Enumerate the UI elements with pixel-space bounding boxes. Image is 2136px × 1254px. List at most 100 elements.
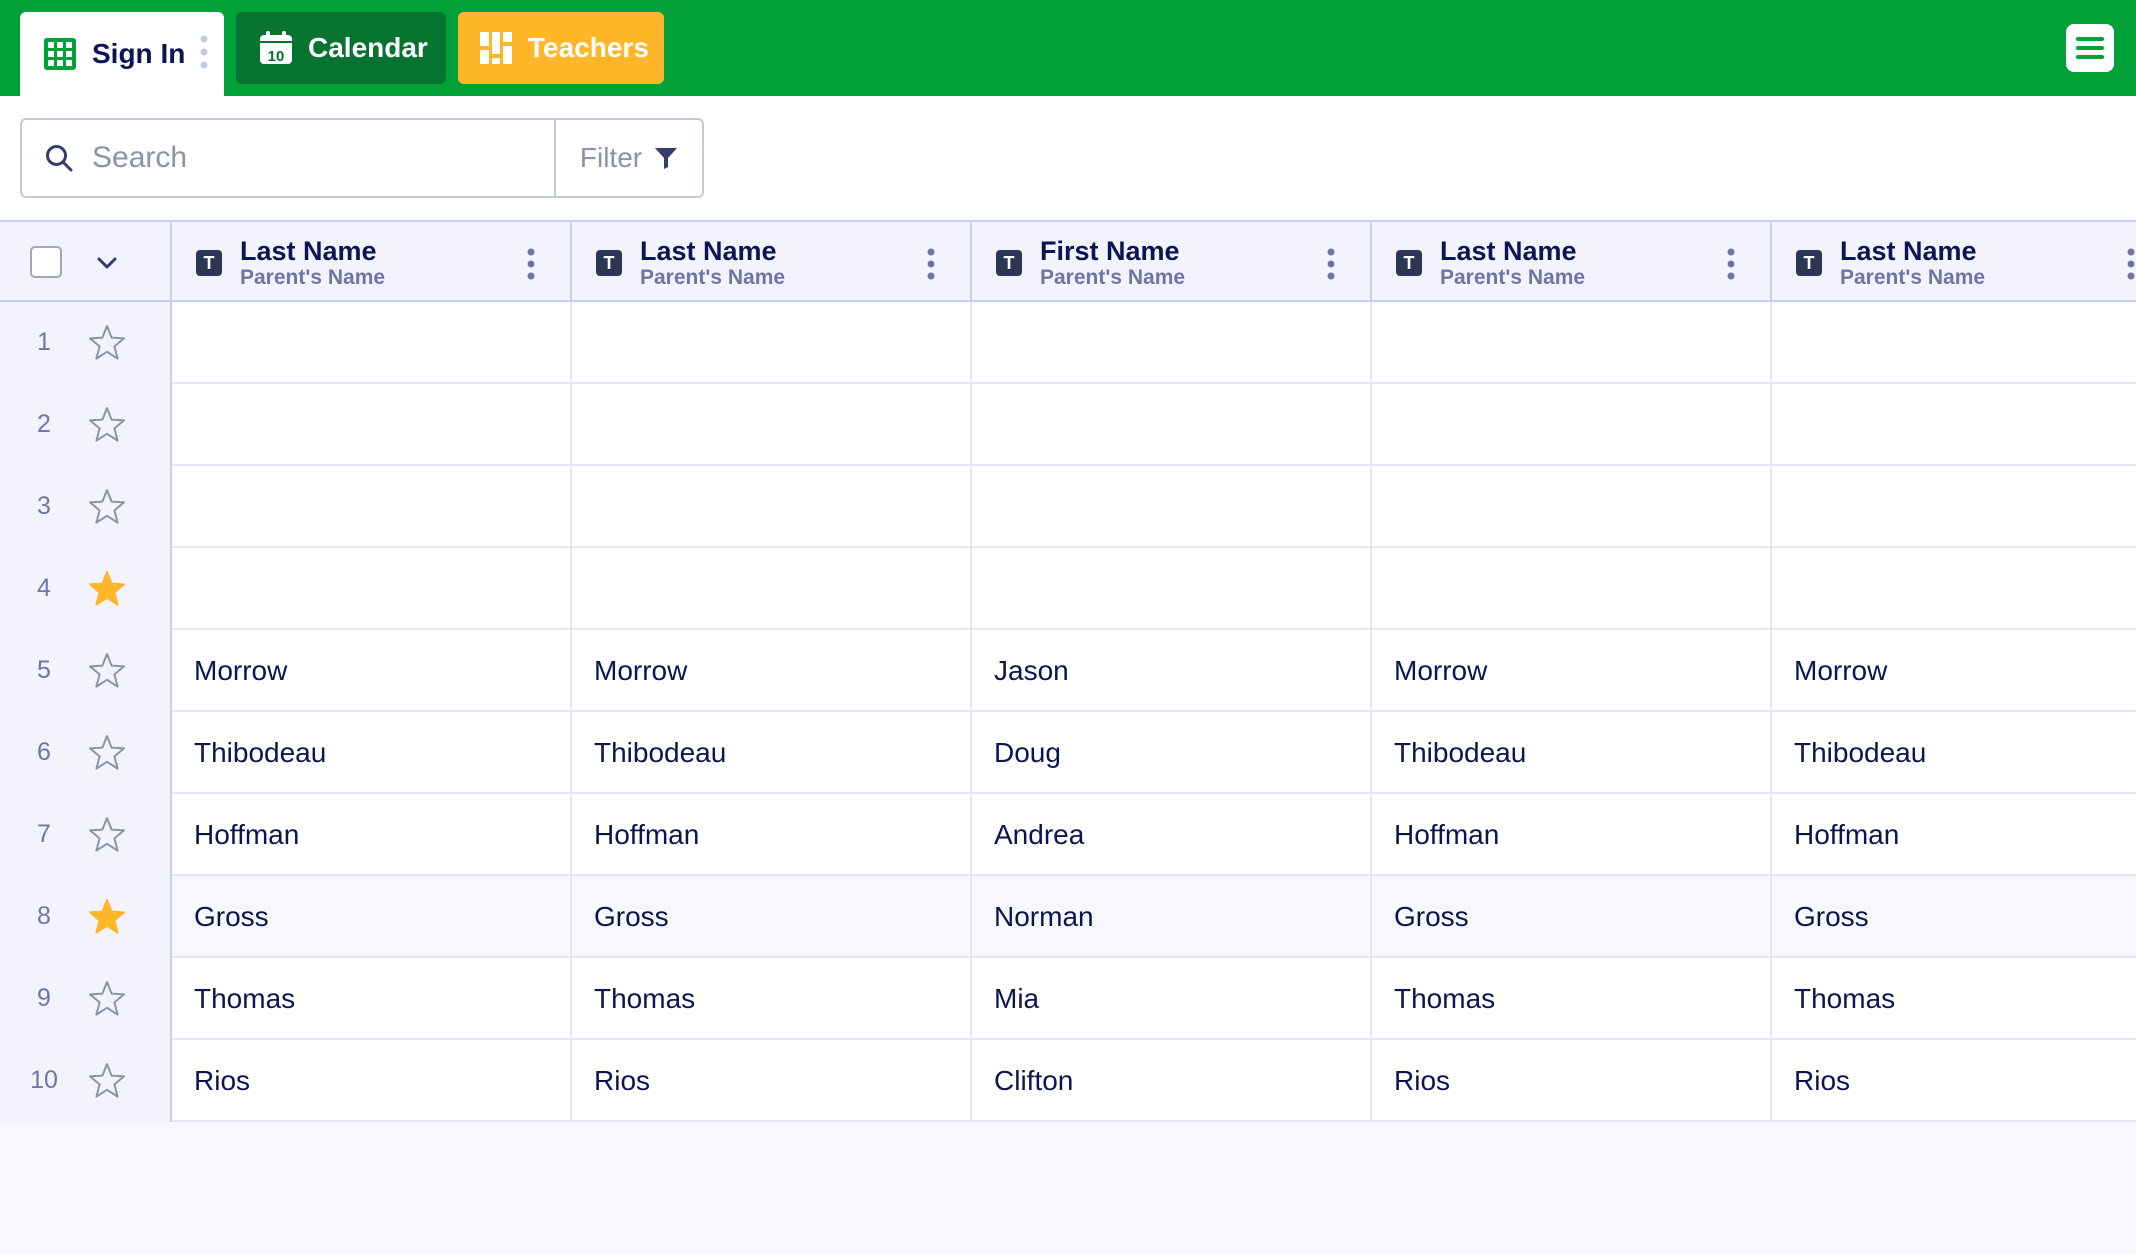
table-cell[interactable]: Thomas bbox=[1772, 958, 2136, 1040]
table-cell[interactable]: Morrow bbox=[572, 630, 972, 712]
table-cell[interactable]: Hoffman bbox=[172, 794, 572, 876]
table-cell[interactable] bbox=[572, 302, 972, 384]
table-cell[interactable] bbox=[1372, 302, 1772, 384]
table-cell[interactable] bbox=[972, 302, 1372, 384]
table-cell[interactable]: Hoffman bbox=[572, 794, 972, 876]
tab-calendar[interactable]: 10 Calendar bbox=[236, 12, 446, 84]
chevron-down-icon[interactable] bbox=[96, 252, 118, 274]
menu-button[interactable] bbox=[2066, 24, 2114, 72]
column-options-icon[interactable] bbox=[2126, 248, 2136, 280]
table-cell[interactable]: Thomas bbox=[572, 958, 972, 1040]
table-cell[interactable]: Morrow bbox=[1372, 630, 1772, 712]
table-row[interactable]: 4 bbox=[0, 548, 2136, 630]
search-bar: Filter bbox=[20, 118, 704, 198]
star-outline-icon[interactable] bbox=[88, 406, 126, 444]
table-row[interactable]: 1 bbox=[0, 302, 2136, 384]
table-cell[interactable]: Hoffman bbox=[1772, 794, 2136, 876]
table-row[interactable]: 3 bbox=[0, 466, 2136, 548]
column-options-icon[interactable] bbox=[1726, 248, 1736, 280]
table-cell[interactable]: Jason bbox=[972, 630, 1372, 712]
table-cell[interactable] bbox=[572, 548, 972, 630]
table-cell[interactable]: Rios bbox=[172, 1040, 572, 1122]
column-header[interactable]: T Last Name Parent's Name bbox=[572, 222, 972, 302]
table-cell[interactable] bbox=[172, 302, 572, 384]
table-cell[interactable]: Hoffman bbox=[1372, 794, 1772, 876]
table-cell[interactable] bbox=[972, 548, 1372, 630]
table-cell[interactable] bbox=[1372, 548, 1772, 630]
table-cell[interactable]: Thomas bbox=[1372, 958, 1772, 1040]
star-outline-icon[interactable] bbox=[88, 1062, 126, 1100]
text-type-icon: T bbox=[196, 250, 222, 276]
table-cell[interactable] bbox=[972, 466, 1372, 548]
tab-teachers[interactable]: Teachers bbox=[458, 12, 664, 84]
row-controls: 6 bbox=[0, 712, 172, 794]
table-row[interactable]: 6 Thibodeau Thibodeau Doug Thibodeau Thibodea… bbox=[0, 712, 2136, 794]
table-cell[interactable] bbox=[1772, 466, 2136, 548]
table-cell[interactable]: Gross bbox=[1772, 876, 2136, 958]
table-cell[interactable]: Gross bbox=[172, 876, 572, 958]
data-table: T Last Name Parent's Name T Last Name Pa… bbox=[0, 220, 2136, 1254]
star-outline-icon[interactable] bbox=[88, 816, 126, 854]
column-header[interactable]: T First Name Parent's Name bbox=[972, 222, 1372, 302]
text-type-icon: T bbox=[1796, 250, 1822, 276]
column-header[interactable]: T Last Name Parent's Name bbox=[1372, 222, 1772, 302]
table-row[interactable]: 9 Thomas Thomas Mia Thomas Thomas bbox=[0, 958, 2136, 1040]
table-cell[interactable]: Gross bbox=[572, 876, 972, 958]
table-cell[interactable] bbox=[572, 466, 972, 548]
star-outline-icon[interactable] bbox=[88, 980, 126, 1018]
column-header[interactable]: T Last Name Parent's Name bbox=[172, 222, 572, 302]
table-cell[interactable]: Morrow bbox=[1772, 630, 2136, 712]
table-cell[interactable]: Norman bbox=[972, 876, 1372, 958]
table-cell[interactable]: Rios bbox=[1372, 1040, 1772, 1122]
star-outline-icon[interactable] bbox=[88, 734, 126, 772]
star-outline-icon[interactable] bbox=[88, 652, 126, 690]
tab-sign-in[interactable]: Sign In bbox=[20, 12, 224, 96]
table-cell[interactable] bbox=[1772, 302, 2136, 384]
column-options-icon[interactable] bbox=[526, 248, 536, 280]
search-input[interactable] bbox=[92, 141, 542, 175]
table-cell[interactable] bbox=[1372, 384, 1772, 466]
filter-button[interactable]: Filter bbox=[556, 120, 702, 196]
table-cell[interactable] bbox=[1772, 384, 2136, 466]
star-outline-icon[interactable] bbox=[88, 488, 126, 526]
table-cell[interactable]: Thibodeau bbox=[1372, 712, 1772, 794]
table-cell[interactable]: Mia bbox=[972, 958, 1372, 1040]
table-cell[interactable]: Thibodeau bbox=[172, 712, 572, 794]
table-cell[interactable]: Thibodeau bbox=[1772, 712, 2136, 794]
table-header: T Last Name Parent's Name T Last Name Pa… bbox=[0, 222, 2136, 302]
table-cell[interactable]: Thomas bbox=[172, 958, 572, 1040]
star-filled-icon[interactable] bbox=[88, 570, 126, 608]
star-outline-icon[interactable] bbox=[88, 324, 126, 362]
star-filled-icon[interactable] bbox=[88, 898, 126, 936]
column-header[interactable]: T Last Name Parent's Name bbox=[1772, 222, 2136, 302]
search-field bbox=[22, 120, 556, 196]
table-cell[interactable]: Morrow bbox=[172, 630, 572, 712]
table-row[interactable]: 8 Gross Gross Norman Gross Gross bbox=[0, 876, 2136, 958]
table-cell[interactable]: Rios bbox=[1772, 1040, 2136, 1122]
column-options-icon[interactable] bbox=[1326, 248, 1336, 280]
table-cell[interactable] bbox=[1372, 466, 1772, 548]
cards-icon bbox=[480, 32, 512, 64]
select-all-checkbox[interactable] bbox=[30, 246, 62, 278]
table-cell[interactable]: Thibodeau bbox=[572, 712, 972, 794]
table-cell[interactable]: Gross bbox=[1372, 876, 1772, 958]
table-cell[interactable]: Doug bbox=[972, 712, 1372, 794]
table-cell[interactable] bbox=[572, 384, 972, 466]
table-cell[interactable]: Clifton bbox=[972, 1040, 1372, 1122]
row-number: 5 bbox=[37, 656, 51, 684]
table-cell[interactable]: Rios bbox=[572, 1040, 972, 1122]
table-row[interactable]: 2 bbox=[0, 384, 2136, 466]
table-row[interactable]: 7 Hoffman Hoffman Andrea Hoffman Hoffman bbox=[0, 794, 2136, 876]
table-row[interactable]: 5 Morrow Morrow Jason Morrow Morrow bbox=[0, 630, 2136, 712]
column-title: First Name bbox=[1040, 236, 1180, 266]
table-cell[interactable]: Andrea bbox=[972, 794, 1372, 876]
table-cell[interactable] bbox=[172, 466, 572, 548]
table-cell[interactable] bbox=[972, 384, 1372, 466]
table-cell[interactable] bbox=[172, 384, 572, 466]
table-row[interactable]: 10 Rios Rios Clifton Rios Rios bbox=[0, 1040, 2136, 1122]
tab-options-icon[interactable] bbox=[200, 34, 208, 70]
table-cell[interactable] bbox=[1772, 548, 2136, 630]
filter-label: Filter bbox=[579, 142, 643, 173]
column-options-icon[interactable] bbox=[926, 248, 936, 280]
table-cell[interactable] bbox=[172, 548, 572, 630]
